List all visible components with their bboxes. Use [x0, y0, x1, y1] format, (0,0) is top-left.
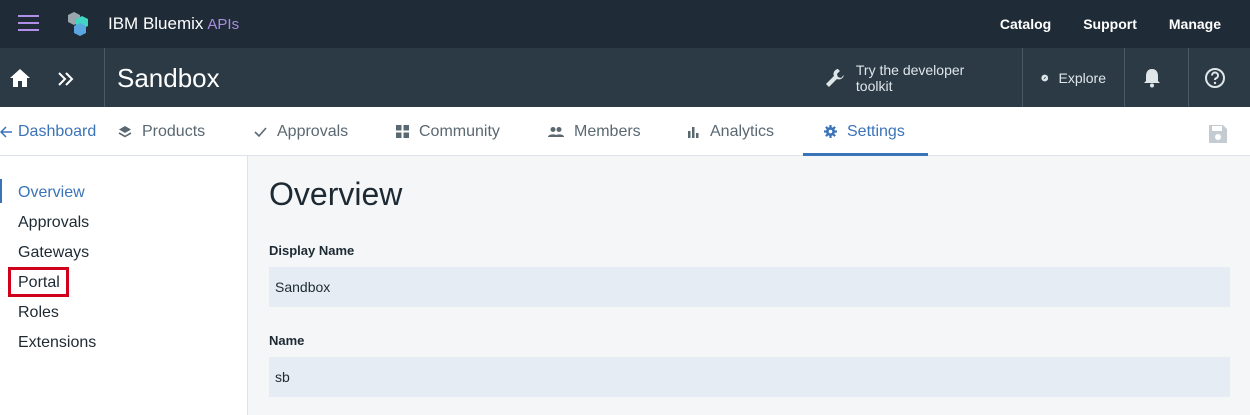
tab-settings[interactable]: Settings — [803, 107, 928, 156]
top-bar: IBM Bluemix APIs Catalog Support Manage — [0, 0, 1250, 48]
explore-button[interactable]: Explore — [1022, 48, 1124, 107]
back-label: Dashboard — [18, 122, 97, 140]
brand-sub: APIs — [207, 16, 240, 33]
help-icon — [1204, 67, 1225, 88]
brand-title: IBM Bluemix APIs — [108, 14, 239, 34]
double-chevron-right-icon[interactable] — [56, 70, 76, 88]
layers-icon — [118, 125, 132, 137]
gear-icon — [824, 125, 837, 138]
tab-label: Products — [142, 122, 206, 140]
tab-community[interactable]: Community — [396, 107, 500, 156]
tab-members[interactable]: Members — [548, 107, 641, 156]
explore-label: Explore — [1058, 69, 1106, 86]
bluemix-logo-icon — [68, 12, 88, 36]
save-icon[interactable] — [1208, 124, 1228, 144]
name-field[interactable] — [269, 357, 1230, 397]
context-actions: Try the developer toolkit Explore — [824, 48, 1250, 107]
wrench-icon — [825, 68, 844, 87]
active-indicator — [0, 179, 2, 203]
tab-label: Settings — [847, 122, 905, 140]
developer-toolkit-label: Try the developer toolkit — [855, 61, 965, 94]
sidebar-item-approvals[interactable]: Approvals — [18, 213, 89, 233]
help-button[interactable] — [1188, 48, 1250, 107]
arrow-left-icon — [0, 125, 12, 138]
manage-link[interactable]: Manage — [1169, 16, 1221, 32]
support-link[interactable]: Support — [1083, 16, 1137, 32]
hamburger-menu-icon[interactable] — [18, 15, 39, 31]
name-label: Name — [269, 333, 305, 348]
bell-icon — [1143, 68, 1160, 87]
people-icon — [548, 126, 564, 137]
highlight-annotation — [8, 267, 69, 297]
grid-icon — [396, 125, 409, 138]
page-title: Sandbox — [117, 63, 220, 93]
catalog-link[interactable]: Catalog — [1000, 16, 1051, 32]
display-name-label: Display Name — [269, 243, 355, 258]
notifications-button[interactable] — [1124, 48, 1188, 107]
section-title: Overview — [269, 176, 403, 212]
tab-products[interactable]: Products — [118, 107, 205, 156]
display-name-field[interactable] — [269, 267, 1230, 307]
tab-label: Approvals — [277, 122, 349, 140]
tab-approvals[interactable]: Approvals — [254, 107, 348, 156]
settings-sidebar: Overview Approvals Gateways Portal Roles… — [0, 156, 248, 415]
context-bar: Sandbox Try the developer toolkit Explor… — [0, 48, 1250, 107]
top-nav: Catalog Support Manage — [1000, 16, 1221, 32]
home-icon[interactable] — [8, 66, 32, 90]
brand-name: IBM Bluemix — [108, 14, 204, 33]
tab-analytics[interactable]: Analytics — [687, 107, 774, 156]
tab-label: Analytics — [710, 122, 775, 140]
tab-label: Community — [419, 122, 500, 140]
sidebar-item-extensions[interactable]: Extensions — [18, 333, 96, 353]
main-content: Overview Display Name Name — [249, 156, 1250, 415]
sidebar-item-overview[interactable]: Overview — [18, 183, 85, 203]
sidebar-item-gateways[interactable]: Gateways — [18, 243, 89, 263]
developer-toolkit-button[interactable]: Try the developer toolkit — [824, 48, 1022, 107]
sidebar-item-roles[interactable]: Roles — [18, 303, 59, 323]
tab-label: Members — [574, 122, 641, 140]
checkmark-icon — [254, 126, 267, 137]
bar-chart-icon — [688, 126, 699, 138]
compass-icon — [1041, 74, 1049, 81]
back-to-dashboard-link[interactable]: Dashboard — [0, 107, 96, 156]
tab-bar: Dashboard Products Approvals Community M… — [0, 107, 1250, 156]
divider — [104, 48, 105, 107]
